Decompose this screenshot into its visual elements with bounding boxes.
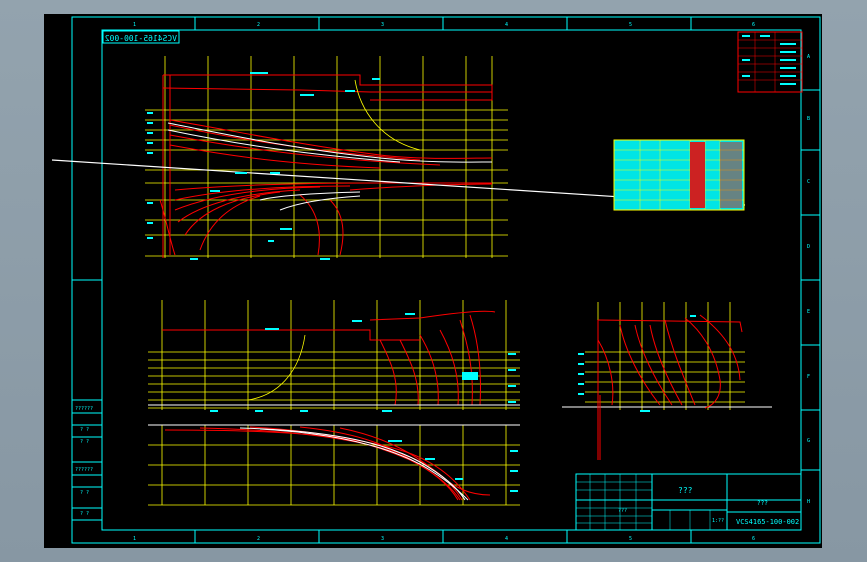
svg-text:2: 2: [257, 22, 260, 28]
drawing-number: VCS4165-100-002: [736, 518, 799, 526]
drawing-sheet: [44, 14, 822, 548]
svg-text:F: F: [807, 374, 810, 380]
svg-text:3: 3: [381, 536, 384, 542]
svg-text:6: 6: [752, 22, 755, 28]
svg-text:4: 4: [505, 22, 508, 28]
title-block-name: ???: [678, 486, 693, 495]
viewport: 1 2 3 4 5 6 1 2 3 4 5 6 A B C D E F G H ?????? ? ? ? …: [0, 0, 867, 562]
svg-text:4: 4: [505, 536, 508, 542]
svg-text:3: 3: [381, 22, 384, 28]
title-block-sub: ???: [757, 500, 768, 507]
svg-text:6: 6: [752, 536, 755, 542]
title-block-scale: 1:??: [712, 518, 724, 524]
svg-text:1: 1: [133, 536, 136, 542]
cad-drawing: 1 2 3 4 5 6 1 2 3 4 5 6 A B C D E F G H ?????? ? ? ? …: [44, 14, 822, 548]
svg-text:A: A: [807, 54, 810, 60]
svg-text:5: 5: [629, 536, 632, 542]
svg-text:G: G: [807, 438, 810, 444]
svg-text:5: 5: [629, 22, 632, 28]
svg-text:D: D: [807, 244, 810, 250]
stamp-text-6: ? ?: [80, 511, 89, 517]
svg-text:C: C: [807, 179, 810, 185]
stamp-text-4: ??????: [75, 467, 93, 473]
svg-text:B: B: [807, 116, 810, 122]
stamp-text-1: ??????: [75, 406, 93, 412]
svg-text:E: E: [807, 309, 810, 315]
svg-text:1: 1: [133, 22, 136, 28]
svg-text:2: 2: [257, 536, 260, 542]
stamp-text-2: ? ?: [80, 427, 89, 433]
stamp-text-5: ? ?: [80, 490, 89, 496]
svg-text:H: H: [807, 499, 810, 505]
hydrostatic-table: [613, 139, 745, 211]
title-block-sheet: ???: [618, 508, 627, 514]
stamp-text-3: ? ?: [80, 439, 89, 445]
mirrored-title-text: VCS4165-100-002: [105, 34, 177, 43]
